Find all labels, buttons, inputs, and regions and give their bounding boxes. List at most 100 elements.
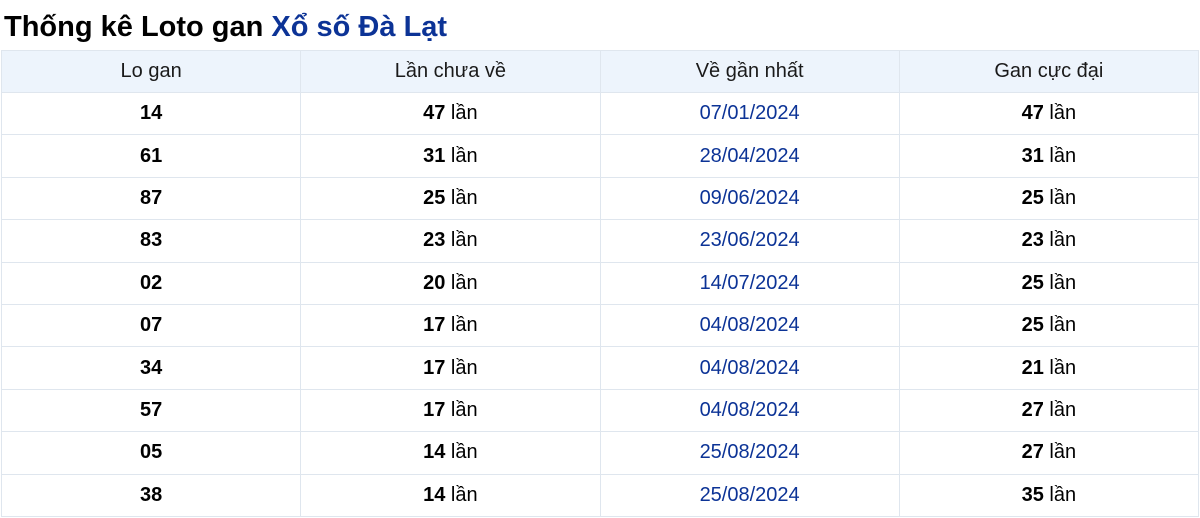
- unit-label: lần: [1049, 102, 1077, 125]
- lo-number: 14: [140, 102, 163, 125]
- unit-label: lần: [1049, 271, 1077, 294]
- loto-gan-table: Lo gan Lần chưa về Về gần nhất Gan cực đ…: [0, 50, 1200, 517]
- unit-label: lần: [1049, 314, 1077, 337]
- lo-number: 34: [140, 356, 163, 379]
- last-seen-date-link[interactable]: 23/06/2024: [700, 229, 800, 251]
- missed-count-cell: 14 lần: [300, 431, 601, 475]
- missed-count-cell: 17 lần: [300, 303, 601, 348]
- missed-count: 14: [423, 441, 446, 464]
- unit-label: lần: [450, 441, 478, 464]
- max-gap-cell: 31 lần: [898, 134, 1200, 178]
- missed-count: 23: [423, 229, 446, 252]
- max-gap-cell: 25 lần: [898, 303, 1200, 348]
- unit-label: lần: [450, 271, 478, 294]
- missed-count: 17: [423, 356, 446, 379]
- table-row: 05 14 lần 25/08/2024 27 lần: [0, 431, 1200, 475]
- missed-count: 17: [423, 398, 446, 421]
- lo-number-cell: 38: [0, 473, 302, 517]
- unit-label: lần: [450, 144, 478, 167]
- table-row: 34 17 lần 04/08/2024 21 lần: [0, 346, 1200, 390]
- missed-count-cell: 31 lần: [300, 134, 601, 178]
- unit-label: lần: [1049, 144, 1077, 167]
- lo-number-cell: 14: [0, 91, 302, 136]
- unit-label: lần: [450, 356, 478, 379]
- lo-number: 83: [140, 229, 163, 252]
- missed-count: 17: [423, 314, 446, 337]
- unit-label: lần: [450, 186, 478, 209]
- unit-label: lần: [450, 398, 478, 421]
- max-gap-count: 25: [1021, 314, 1044, 337]
- max-gap-cell: 27 lần: [898, 388, 1200, 433]
- missed-count: 14: [423, 483, 446, 506]
- last-seen-date-link[interactable]: 25/08/2024: [700, 484, 800, 506]
- unit-label: lần: [1049, 483, 1077, 506]
- last-seen-date-link[interactable]: 09/06/2024: [700, 187, 800, 209]
- max-gap-cell: 27 lần: [898, 431, 1200, 475]
- column-header-ve-gan-nhat: Về gần nhất: [599, 50, 900, 93]
- missed-count-cell: 23 lần: [300, 219, 601, 263]
- unit-label: lần: [1049, 398, 1077, 421]
- last-seen-cell: 28/04/2024: [599, 134, 900, 178]
- last-seen-cell: 04/08/2024: [599, 303, 900, 348]
- last-seen-cell: 04/08/2024: [599, 346, 900, 390]
- max-gap-cell: 21 lần: [898, 346, 1200, 390]
- missed-count-cell: 17 lần: [300, 346, 601, 390]
- unit-label: lần: [450, 102, 478, 125]
- last-seen-cell: 09/06/2024: [599, 176, 900, 221]
- lo-number-cell: 02: [0, 261, 302, 305]
- missed-count: 20: [423, 271, 446, 294]
- max-gap-count: 31: [1021, 144, 1044, 167]
- max-gap-count: 27: [1021, 398, 1044, 421]
- table-row: 83 23 lần 23/06/2024 23 lần: [0, 219, 1200, 263]
- table-header-row: Lo gan Lần chưa về Về gần nhất Gan cực đ…: [0, 50, 1200, 93]
- page-title-prefix: Thống kê Loto gan: [4, 11, 264, 43]
- lo-number-cell: 83: [0, 219, 302, 263]
- lo-number-cell: 07: [0, 303, 302, 348]
- lo-number-cell: 61: [0, 134, 302, 178]
- table-row: 38 14 lần 25/08/2024 35 lần: [0, 473, 1200, 517]
- lo-number-cell: 87: [0, 176, 302, 221]
- max-gap-count: 35: [1021, 483, 1044, 506]
- lottery-region-link[interactable]: Xổ số Đà Lạt: [271, 11, 447, 43]
- table-row: 02 20 lần 14/07/2024 25 lần: [0, 261, 1200, 305]
- lo-number: 05: [140, 441, 163, 464]
- table-row: 61 31 lần 28/04/2024 31 lần: [0, 134, 1200, 178]
- last-seen-date-link[interactable]: 25/08/2024: [700, 441, 800, 463]
- unit-label: lần: [450, 483, 478, 506]
- unit-label: lần: [1049, 186, 1077, 209]
- table-row: 57 17 lần 04/08/2024 27 lần: [0, 388, 1200, 433]
- unit-label: lần: [450, 229, 478, 252]
- max-gap-cell: 25 lần: [898, 261, 1200, 305]
- missed-count-cell: 47 lần: [300, 91, 601, 136]
- missed-count: 25: [423, 186, 446, 209]
- missed-count-cell: 14 lần: [300, 473, 601, 517]
- unit-label: lần: [450, 314, 478, 337]
- last-seen-cell: 07/01/2024: [599, 91, 900, 136]
- missed-count-cell: 20 lần: [300, 261, 601, 305]
- last-seen-date-link[interactable]: 07/01/2024: [700, 102, 800, 124]
- last-seen-date-link[interactable]: 04/08/2024: [700, 314, 800, 336]
- last-seen-cell: 14/07/2024: [599, 261, 900, 305]
- missed-count-cell: 17 lần: [300, 388, 601, 433]
- max-gap-count: 21: [1021, 356, 1044, 379]
- missed-count: 47: [423, 102, 446, 125]
- table-row: 14 47 lần 07/01/2024 47 lần: [0, 91, 1200, 136]
- max-gap-cell: 23 lần: [898, 219, 1200, 263]
- last-seen-date-link[interactable]: 04/08/2024: [700, 399, 800, 421]
- column-header-gan-cuc-dai: Gan cực đại: [898, 50, 1200, 93]
- lo-number: 02: [140, 271, 163, 294]
- lo-number: 87: [140, 186, 163, 209]
- lo-number: 57: [140, 398, 163, 421]
- last-seen-date-link[interactable]: 14/07/2024: [700, 272, 800, 294]
- lo-number-cell: 05: [0, 431, 302, 475]
- last-seen-date-link[interactable]: 28/04/2024: [700, 145, 800, 167]
- max-gap-count: 27: [1021, 441, 1044, 464]
- max-gap-count: 25: [1021, 186, 1044, 209]
- last-seen-cell: 23/06/2024: [599, 219, 900, 263]
- last-seen-cell: 25/08/2024: [599, 473, 900, 517]
- last-seen-date-link[interactable]: 04/08/2024: [700, 357, 800, 379]
- max-gap-count: 25: [1021, 271, 1044, 294]
- max-gap-cell: 25 lần: [898, 176, 1200, 221]
- column-header-lo-gan: Lo gan: [0, 50, 302, 93]
- missed-count-cell: 25 lần: [300, 176, 601, 221]
